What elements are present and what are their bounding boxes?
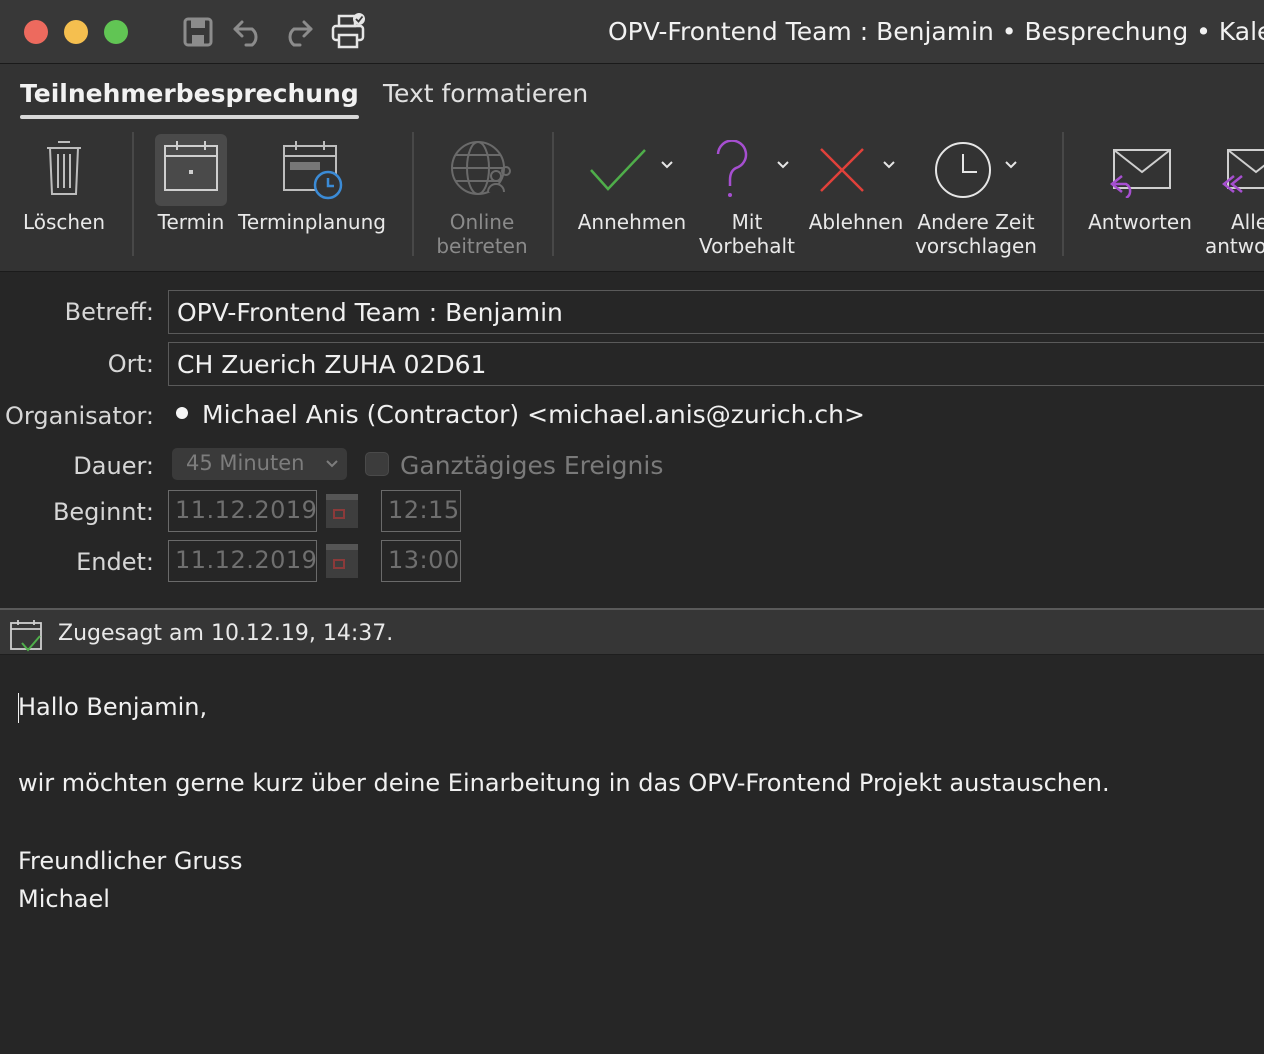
response-status-bar: Zugesagt am 10.12.19, 14:37. xyxy=(0,608,1264,655)
all-day-checkbox[interactable] xyxy=(365,452,389,476)
presence-dot-icon xyxy=(176,407,188,419)
accept-button[interactable]: Annehmen xyxy=(574,126,690,272)
response-status-text: Zugesagt am 10.12.19, 14:37. xyxy=(58,621,394,646)
ribbon-separator xyxy=(1062,132,1064,256)
calendar-icon xyxy=(326,544,358,569)
end-time-field[interactable]: 13:00 xyxy=(381,540,461,582)
chevron-down-icon[interactable] xyxy=(882,160,896,170)
calendar-accepted-icon xyxy=(10,620,42,652)
tab-text-formatieren[interactable]: Text formatieren xyxy=(383,79,588,108)
save-icon[interactable] xyxy=(182,16,214,48)
ribbon-toolbar: Löschen Termin Terminplanung Online beit… xyxy=(0,126,1264,272)
duration-select[interactable]: 45 Minuten xyxy=(172,448,347,480)
body-signature: Michael xyxy=(18,885,110,913)
delete-button[interactable]: Löschen xyxy=(14,126,114,272)
minimize-window-button[interactable] xyxy=(64,20,88,44)
redo-icon[interactable] xyxy=(280,16,314,48)
reply-all-button[interactable]: Alle antwo xyxy=(1204,126,1264,272)
title-bar: OPV-Frontend Team : Benjamin • Besprechu… xyxy=(0,0,1264,64)
organizer-value: Michael Anis (Contractor) <michael.anis@… xyxy=(176,400,865,429)
subject-field[interactable]: OPV-Frontend Team : Benjamin xyxy=(168,290,1264,334)
question-mark-icon xyxy=(716,140,748,197)
dauer-label: Dauer: xyxy=(73,452,154,480)
body-closing: Freundlicher Gruss xyxy=(18,847,243,875)
checkmark-icon xyxy=(590,149,646,191)
window-title: OPV-Frontend Team : Benjamin • Besprechu… xyxy=(608,17,1264,46)
scheduling-icon xyxy=(283,141,343,200)
ribbon-tabs: Teilnehmerbesprechung Text formatieren xyxy=(0,64,1264,126)
message-body[interactable]: Hallo Benjamin, wir möchten gerne kurz ü… xyxy=(0,655,1264,1054)
start-date-field[interactable]: 11.12.2019 xyxy=(168,490,317,532)
ribbon-separator xyxy=(412,132,414,256)
betreff-label: Betreff: xyxy=(64,298,154,326)
termin-button[interactable]: Termin xyxy=(150,126,232,272)
location-field[interactable]: CH Zuerich ZUHA 02D61 xyxy=(168,342,1264,386)
trash-icon xyxy=(47,141,81,195)
ort-label: Ort: xyxy=(107,350,154,378)
start-time-field[interactable]: 12:15 xyxy=(381,490,461,532)
zoom-window-button[interactable] xyxy=(104,20,128,44)
body-paragraph: wir möchten gerne kurz über deine Einarb… xyxy=(18,769,1110,797)
all-day-label: Ganztägiges Ereignis xyxy=(400,451,664,480)
chevron-down-icon[interactable] xyxy=(776,160,790,170)
tab-teilnehmerbesprechung[interactable]: Teilnehmerbesprechung xyxy=(20,79,359,119)
ribbon-separator xyxy=(552,132,554,256)
body-greeting: Hallo Benjamin, xyxy=(18,693,208,721)
endet-label: Endet: xyxy=(76,548,154,576)
end-date-picker-button[interactable] xyxy=(326,544,358,578)
decline-x-icon xyxy=(820,148,864,192)
beginnt-label: Beginnt: xyxy=(52,498,154,526)
ribbon-separator xyxy=(132,132,134,256)
reply-button[interactable]: Antworten xyxy=(1080,126,1200,272)
undo-icon[interactable] xyxy=(232,16,266,48)
start-date-picker-button[interactable] xyxy=(326,494,358,528)
reply-all-envelope-icon xyxy=(1222,149,1264,193)
tentative-button[interactable]: Mit Vorbehalt xyxy=(694,126,800,272)
propose-time-button[interactable]: Andere Zeit vorschlagen xyxy=(912,126,1040,272)
print-icon[interactable] xyxy=(330,12,368,50)
reply-envelope-icon xyxy=(1109,149,1171,198)
online-join-button[interactable]: Online beitreten xyxy=(424,126,540,272)
calendar-icon xyxy=(164,141,218,191)
terminplanung-button[interactable]: Terminplanung xyxy=(236,126,388,272)
end-date-field[interactable]: 11.12.2019 xyxy=(168,540,317,582)
organisator-label: Organisator: xyxy=(5,402,154,430)
close-window-button[interactable] xyxy=(24,20,48,44)
calendar-icon xyxy=(326,494,358,519)
meeting-details-form: Betreff: OPV-Frontend Team : Benjamin Or… xyxy=(0,272,1264,608)
chevron-down-icon[interactable] xyxy=(1004,160,1018,170)
decline-button[interactable]: Ablehnen xyxy=(804,126,908,272)
chevron-down-icon xyxy=(326,460,338,468)
chevron-down-icon[interactable] xyxy=(660,160,674,170)
clock-icon xyxy=(935,142,991,198)
globe-people-icon xyxy=(451,141,511,195)
